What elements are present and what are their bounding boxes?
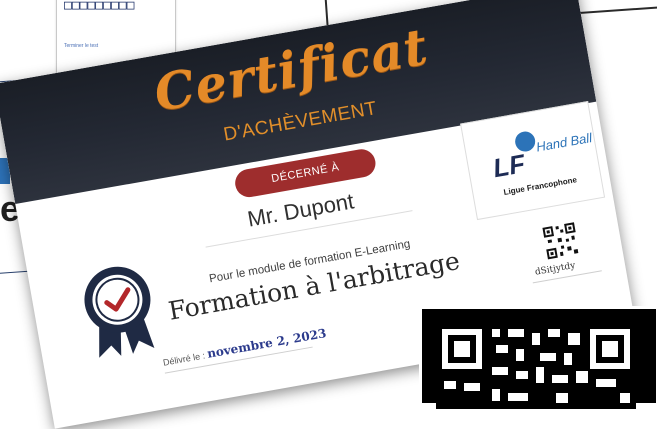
- league-logo: LF Hand Ball Ligue Francophone: [460, 100, 606, 221]
- date-label: Délivré le :: [162, 350, 206, 368]
- logo-initials: LF: [490, 148, 528, 184]
- large-qr-overlay: [419, 306, 657, 409]
- placeholder-boxes: □□□□□□□□□: [64, 0, 135, 13]
- qr-code-icon: [541, 221, 581, 261]
- logo-word: Hand Ball: [535, 130, 594, 155]
- large-qr-code-icon: [436, 323, 636, 409]
- award-badge-icon: [84, 266, 155, 358]
- tiny-link[interactable]: Terminer le test: [64, 43, 98, 49]
